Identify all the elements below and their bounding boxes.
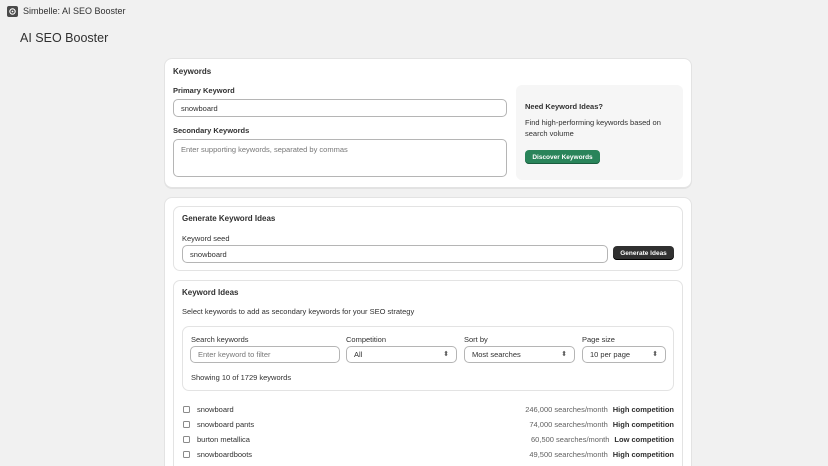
ideas-subtitle: Select keywords to add as secondary keyw… xyxy=(182,307,415,316)
keywords-heading: Keywords xyxy=(173,67,212,76)
select-chevron-icon: ⬍ xyxy=(561,351,567,358)
ideas-heading: Keyword Ideas xyxy=(182,288,239,297)
keyword-competition: High competition xyxy=(612,404,674,414)
competition-value: All xyxy=(354,350,363,359)
keyword-row[interactable]: snowboardboots 49,500 searches/month Hig… xyxy=(183,448,674,460)
keyword-volume: 74,000 searches/month xyxy=(529,419,608,429)
keyword-text: burton metallica xyxy=(197,434,250,444)
select-chevron-icon: ⬍ xyxy=(443,351,449,358)
generate-heading: Generate Keyword Ideas xyxy=(182,214,276,223)
sort-by-value: Most searches xyxy=(472,350,521,359)
competition-select[interactable]: All ⬍ xyxy=(346,346,457,363)
primary-keyword-label: Primary Keyword xyxy=(173,86,235,95)
app-titlebar: Simbelle: AI SEO Booster xyxy=(0,0,828,22)
keyword-seed-input[interactable]: snowboard xyxy=(182,245,608,263)
keyword-text: snowboardboots xyxy=(197,449,253,459)
promo-description: Find high-performing keywords based on s… xyxy=(525,118,661,138)
app-title: Simbelle: AI SEO Booster xyxy=(23,6,126,16)
competition-label: Competition xyxy=(346,335,387,344)
showing-count: Showing 10 of 1729 keywords xyxy=(191,373,292,382)
keyword-checkbox[interactable] xyxy=(183,450,190,458)
page-size-label: Page size xyxy=(582,335,615,344)
keyword-row[interactable]: burton metallica 60,500 searches/month L… xyxy=(183,433,674,445)
page-size-value: 10 per page xyxy=(590,350,631,359)
keyword-volume: 49,500 searches/month xyxy=(529,449,608,459)
keyword-competition: High competition xyxy=(612,419,674,429)
sort-by-label: Sort by xyxy=(464,335,488,344)
keyword-row[interactable]: snowboard 246,000 searches/month High co… xyxy=(183,403,674,415)
keyword-competition: High competition xyxy=(612,449,674,459)
keyword-row[interactable]: snowboard pants 74,000 searches/month Hi… xyxy=(183,418,674,430)
sort-by-select[interactable]: Most searches ⬍ xyxy=(464,346,575,363)
secondary-keywords-label: Secondary Keywords xyxy=(173,126,250,135)
primary-keyword-input[interactable]: snowboard xyxy=(173,99,507,117)
page-size-select[interactable]: 10 per page ⬍ xyxy=(582,346,666,363)
search-keywords-input[interactable]: Enter keyword to filter xyxy=(190,346,340,363)
keyword-text: snowboard pants xyxy=(197,419,255,429)
keyword-text: snowboard xyxy=(197,404,234,414)
search-keywords-label: Search keywords xyxy=(191,335,249,344)
promo-title: Need Keyword Ideas? xyxy=(525,102,603,111)
keyword-volume: 246,000 searches/month xyxy=(525,404,608,414)
keyword-checkbox[interactable] xyxy=(183,405,190,413)
page-title: AI SEO Booster xyxy=(20,31,109,45)
generate-ideas-button[interactable]: Generate Ideas xyxy=(613,246,674,260)
keyword-volume: 60,500 searches/month xyxy=(531,434,610,444)
keyword-checkbox[interactable] xyxy=(183,420,190,428)
keyword-competition: Low competition xyxy=(614,434,674,444)
keyword-checkbox[interactable] xyxy=(183,435,190,443)
discover-keywords-button[interactable]: Discover Keywords xyxy=(525,150,600,164)
select-chevron-icon: ⬍ xyxy=(652,351,658,358)
app-logo-icon xyxy=(7,5,18,17)
secondary-keywords-textarea[interactable]: Enter supporting keywords, separated by … xyxy=(173,139,507,177)
keyword-seed-label: Keyword seed xyxy=(182,234,230,243)
